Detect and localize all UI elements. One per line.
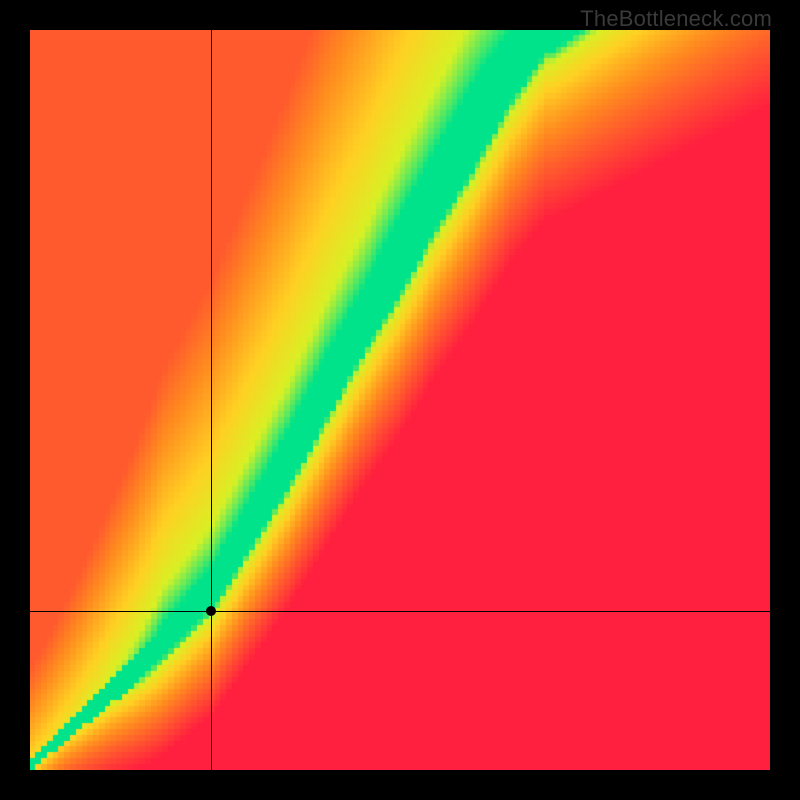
heatmap-canvas: [30, 30, 770, 770]
chart-stage: TheBottleneck.com: [0, 0, 800, 800]
watermark-text: TheBottleneck.com: [580, 6, 772, 32]
crosshair-vertical: [211, 30, 212, 770]
plot-area: [30, 30, 770, 770]
crosshair-horizontal: [30, 611, 770, 612]
